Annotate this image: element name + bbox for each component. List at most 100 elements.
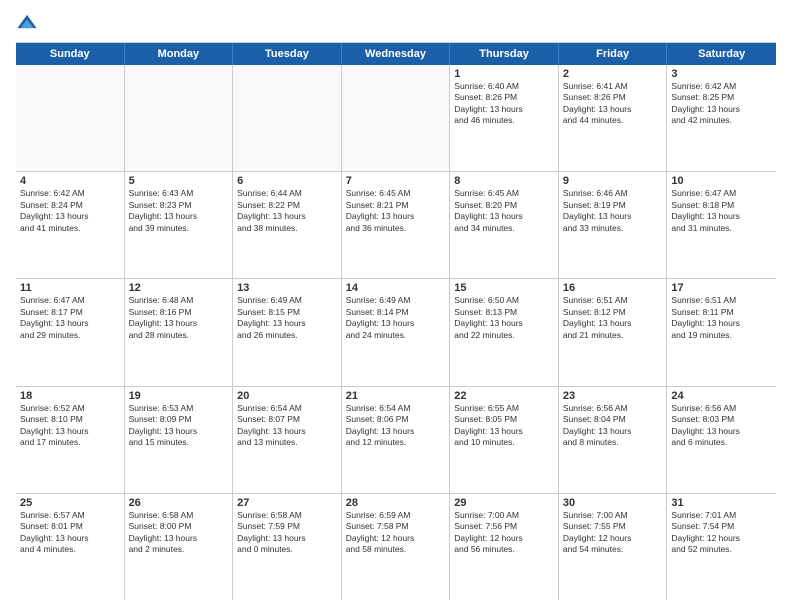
day-number: 27 <box>237 497 337 509</box>
empty-cell <box>233 65 342 171</box>
day-number: 6 <box>237 175 337 187</box>
calendar-week-5: 25Sunrise: 6:57 AMSunset: 8:01 PMDayligh… <box>16 494 776 600</box>
day-info: Sunrise: 6:51 AMSunset: 8:11 PMDaylight:… <box>671 295 772 341</box>
day-number: 9 <box>563 175 663 187</box>
day-cell-31: 31Sunrise: 7:01 AMSunset: 7:54 PMDayligh… <box>667 494 776 600</box>
day-info: Sunrise: 6:54 AMSunset: 8:06 PMDaylight:… <box>346 403 446 449</box>
header-day-saturday: Saturday <box>667 43 776 65</box>
day-number: 19 <box>129 390 229 402</box>
calendar-header: SundayMondayTuesdayWednesdayThursdayFrid… <box>16 42 776 65</box>
header-day-tuesday: Tuesday <box>233 43 342 65</box>
day-cell-11: 11Sunrise: 6:47 AMSunset: 8:17 PMDayligh… <box>16 279 125 385</box>
empty-cell <box>125 65 234 171</box>
day-number: 28 <box>346 497 446 509</box>
day-cell-22: 22Sunrise: 6:55 AMSunset: 8:05 PMDayligh… <box>450 387 559 493</box>
day-info: Sunrise: 6:49 AMSunset: 8:14 PMDaylight:… <box>346 295 446 341</box>
empty-cell <box>342 65 451 171</box>
day-number: 7 <box>346 175 446 187</box>
calendar: SundayMondayTuesdayWednesdayThursdayFrid… <box>16 42 776 600</box>
day-number: 20 <box>237 390 337 402</box>
calendar-week-3: 11Sunrise: 6:47 AMSunset: 8:17 PMDayligh… <box>16 279 776 386</box>
logo-icon <box>16 12 38 34</box>
day-cell-30: 30Sunrise: 7:00 AMSunset: 7:55 PMDayligh… <box>559 494 668 600</box>
day-number: 22 <box>454 390 554 402</box>
day-number: 25 <box>20 497 120 509</box>
day-number: 11 <box>20 282 120 294</box>
day-cell-6: 6Sunrise: 6:44 AMSunset: 8:22 PMDaylight… <box>233 172 342 278</box>
day-number: 12 <box>129 282 229 294</box>
logo <box>16 12 42 34</box>
day-cell-24: 24Sunrise: 6:56 AMSunset: 8:03 PMDayligh… <box>667 387 776 493</box>
day-number: 8 <box>454 175 554 187</box>
day-info: Sunrise: 6:56 AMSunset: 8:04 PMDaylight:… <box>563 403 663 449</box>
day-number: 5 <box>129 175 229 187</box>
calendar-body: 1Sunrise: 6:40 AMSunset: 8:26 PMDaylight… <box>16 65 776 600</box>
header-day-friday: Friday <box>559 43 668 65</box>
day-info: Sunrise: 6:44 AMSunset: 8:22 PMDaylight:… <box>237 188 337 234</box>
day-info: Sunrise: 6:53 AMSunset: 8:09 PMDaylight:… <box>129 403 229 449</box>
day-info: Sunrise: 6:42 AMSunset: 8:24 PMDaylight:… <box>20 188 120 234</box>
day-number: 31 <box>671 497 772 509</box>
calendar-week-4: 18Sunrise: 6:52 AMSunset: 8:10 PMDayligh… <box>16 387 776 494</box>
day-info: Sunrise: 7:00 AMSunset: 7:55 PMDaylight:… <box>563 510 663 556</box>
day-number: 15 <box>454 282 554 294</box>
day-cell-16: 16Sunrise: 6:51 AMSunset: 8:12 PMDayligh… <box>559 279 668 385</box>
header <box>16 12 776 34</box>
day-cell-3: 3Sunrise: 6:42 AMSunset: 8:25 PMDaylight… <box>667 65 776 171</box>
day-info: Sunrise: 6:40 AMSunset: 8:26 PMDaylight:… <box>454 81 554 127</box>
day-number: 2 <box>563 68 663 80</box>
day-cell-5: 5Sunrise: 6:43 AMSunset: 8:23 PMDaylight… <box>125 172 234 278</box>
day-cell-29: 29Sunrise: 7:00 AMSunset: 7:56 PMDayligh… <box>450 494 559 600</box>
day-info: Sunrise: 6:41 AMSunset: 8:26 PMDaylight:… <box>563 81 663 127</box>
day-number: 18 <box>20 390 120 402</box>
day-info: Sunrise: 6:46 AMSunset: 8:19 PMDaylight:… <box>563 188 663 234</box>
day-cell-10: 10Sunrise: 6:47 AMSunset: 8:18 PMDayligh… <box>667 172 776 278</box>
day-info: Sunrise: 6:57 AMSunset: 8:01 PMDaylight:… <box>20 510 120 556</box>
day-cell-2: 2Sunrise: 6:41 AMSunset: 8:26 PMDaylight… <box>559 65 668 171</box>
day-cell-25: 25Sunrise: 6:57 AMSunset: 8:01 PMDayligh… <box>16 494 125 600</box>
day-info: Sunrise: 6:43 AMSunset: 8:23 PMDaylight:… <box>129 188 229 234</box>
day-number: 30 <box>563 497 663 509</box>
header-day-thursday: Thursday <box>450 43 559 65</box>
day-cell-4: 4Sunrise: 6:42 AMSunset: 8:24 PMDaylight… <box>16 172 125 278</box>
day-cell-13: 13Sunrise: 6:49 AMSunset: 8:15 PMDayligh… <box>233 279 342 385</box>
day-number: 3 <box>671 68 772 80</box>
day-info: Sunrise: 6:51 AMSunset: 8:12 PMDaylight:… <box>563 295 663 341</box>
day-info: Sunrise: 6:55 AMSunset: 8:05 PMDaylight:… <box>454 403 554 449</box>
day-info: Sunrise: 6:47 AMSunset: 8:17 PMDaylight:… <box>20 295 120 341</box>
day-number: 13 <box>237 282 337 294</box>
calendar-week-1: 1Sunrise: 6:40 AMSunset: 8:26 PMDaylight… <box>16 65 776 172</box>
day-cell-20: 20Sunrise: 6:54 AMSunset: 8:07 PMDayligh… <box>233 387 342 493</box>
day-number: 21 <box>346 390 446 402</box>
day-info: Sunrise: 6:45 AMSunset: 8:21 PMDaylight:… <box>346 188 446 234</box>
day-info: Sunrise: 6:54 AMSunset: 8:07 PMDaylight:… <box>237 403 337 449</box>
day-number: 4 <box>20 175 120 187</box>
day-cell-28: 28Sunrise: 6:59 AMSunset: 7:58 PMDayligh… <box>342 494 451 600</box>
day-cell-8: 8Sunrise: 6:45 AMSunset: 8:20 PMDaylight… <box>450 172 559 278</box>
day-info: Sunrise: 6:45 AMSunset: 8:20 PMDaylight:… <box>454 188 554 234</box>
day-info: Sunrise: 6:42 AMSunset: 8:25 PMDaylight:… <box>671 81 772 127</box>
day-info: Sunrise: 6:59 AMSunset: 7:58 PMDaylight:… <box>346 510 446 556</box>
day-number: 29 <box>454 497 554 509</box>
day-cell-9: 9Sunrise: 6:46 AMSunset: 8:19 PMDaylight… <box>559 172 668 278</box>
day-info: Sunrise: 6:58 AMSunset: 7:59 PMDaylight:… <box>237 510 337 556</box>
day-number: 26 <box>129 497 229 509</box>
day-info: Sunrise: 6:48 AMSunset: 8:16 PMDaylight:… <box>129 295 229 341</box>
day-number: 16 <box>563 282 663 294</box>
calendar-week-2: 4Sunrise: 6:42 AMSunset: 8:24 PMDaylight… <box>16 172 776 279</box>
day-number: 23 <box>563 390 663 402</box>
day-cell-1: 1Sunrise: 6:40 AMSunset: 8:26 PMDaylight… <box>450 65 559 171</box>
day-info: Sunrise: 6:49 AMSunset: 8:15 PMDaylight:… <box>237 295 337 341</box>
empty-cell <box>16 65 125 171</box>
day-info: Sunrise: 6:58 AMSunset: 8:00 PMDaylight:… <box>129 510 229 556</box>
day-cell-12: 12Sunrise: 6:48 AMSunset: 8:16 PMDayligh… <box>125 279 234 385</box>
day-info: Sunrise: 6:47 AMSunset: 8:18 PMDaylight:… <box>671 188 772 234</box>
day-cell-15: 15Sunrise: 6:50 AMSunset: 8:13 PMDayligh… <box>450 279 559 385</box>
day-cell-19: 19Sunrise: 6:53 AMSunset: 8:09 PMDayligh… <box>125 387 234 493</box>
day-cell-17: 17Sunrise: 6:51 AMSunset: 8:11 PMDayligh… <box>667 279 776 385</box>
header-day-wednesday: Wednesday <box>342 43 451 65</box>
day-cell-21: 21Sunrise: 6:54 AMSunset: 8:06 PMDayligh… <box>342 387 451 493</box>
day-cell-26: 26Sunrise: 6:58 AMSunset: 8:00 PMDayligh… <box>125 494 234 600</box>
day-number: 10 <box>671 175 772 187</box>
day-cell-14: 14Sunrise: 6:49 AMSunset: 8:14 PMDayligh… <box>342 279 451 385</box>
